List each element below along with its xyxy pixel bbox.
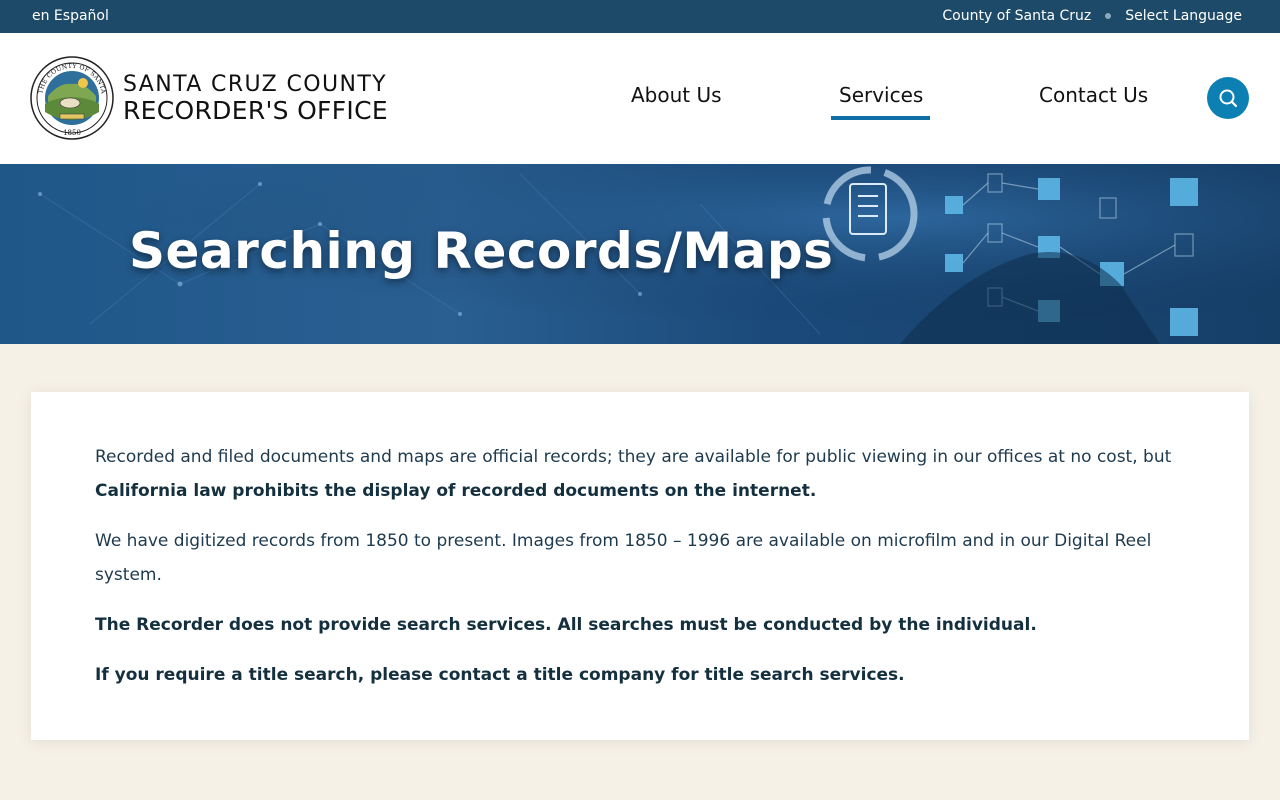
top-utility-bar: en Español County of Santa Cruz Select L… bbox=[0, 0, 1280, 33]
select-language-dropdown[interactable]: Select Language bbox=[1125, 8, 1242, 24]
search-icon bbox=[1219, 89, 1238, 108]
main-navigation: About Us Services Contact Us bbox=[0, 81, 1280, 121]
county-link[interactable]: County of Santa Cruz bbox=[942, 8, 1091, 24]
nav-services[interactable]: Services bbox=[839, 81, 923, 109]
spanish-language-link[interactable]: en Español bbox=[32, 8, 109, 24]
topbar-right: County of Santa Cruz Select Language bbox=[942, 8, 1242, 24]
paragraph-digitized-records: We have digitized records from 1850 to p… bbox=[95, 531, 1152, 585]
title-search-text: If you require a title search, please co… bbox=[95, 665, 905, 685]
site-header: THE COUNTY OF SANTA CRUZ 1850 SANTA CRUZ… bbox=[0, 33, 1280, 164]
page-title: Searching Records/Maps bbox=[129, 222, 834, 280]
no-search-services-text: The Recorder does not provide search ser… bbox=[95, 615, 1037, 635]
paragraph-public-records: Recorded and filed documents and maps ar… bbox=[95, 440, 1185, 508]
paragraph-public-records-text: Recorded and filed documents and maps ar… bbox=[95, 447, 1172, 467]
active-nav-indicator bbox=[831, 116, 930, 120]
nav-about-us[interactable]: About Us bbox=[631, 81, 722, 109]
nav-contact-us[interactable]: Contact Us bbox=[1039, 81, 1148, 109]
seal-year: 1850 bbox=[63, 129, 81, 137]
search-button[interactable] bbox=[1207, 77, 1249, 119]
page-banner: Searching Records/Maps bbox=[0, 164, 1280, 344]
internet-display-notice: California law prohibits the display of … bbox=[95, 481, 817, 501]
content-card: Recorded and filed documents and maps ar… bbox=[31, 392, 1249, 740]
paragraph-no-search-services: The Recorder does not provide search ser… bbox=[95, 608, 1185, 642]
separator-dot bbox=[1105, 13, 1112, 19]
content-body: Recorded and filed documents and maps ar… bbox=[95, 440, 1185, 708]
paragraph-title-search: If you require a title search, please co… bbox=[95, 658, 1185, 692]
